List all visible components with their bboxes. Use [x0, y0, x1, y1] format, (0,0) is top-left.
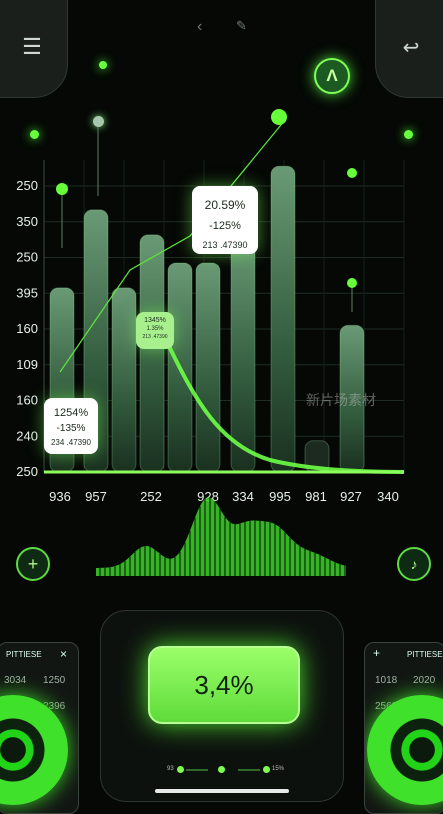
y-tick-label: 160: [16, 321, 38, 336]
pager-label: 93: [167, 766, 174, 772]
y-tick-label: 160: [16, 393, 38, 408]
card-value: 1345%: [144, 317, 166, 324]
music-button[interactable]: ♪: [397, 547, 431, 581]
close-icon[interactable]: ×: [60, 647, 67, 661]
x-tick-label: 936: [49, 489, 71, 504]
y-tick-label: 240: [16, 428, 38, 443]
side-card-title: Pittiese: [6, 650, 42, 659]
card-value: 20.59%: [204, 198, 246, 212]
y-tick-label: 250: [16, 178, 38, 193]
chart-bar[interactable]: [270, 165, 296, 473]
card-change: -135%: [56, 423, 86, 434]
home-indicator[interactable]: [155, 789, 289, 793]
data-point[interactable]: [56, 183, 68, 195]
side-value: 2020: [413, 675, 436, 686]
pager-track: [238, 769, 260, 771]
card-id: 234 .47390: [50, 438, 92, 447]
y-tick-label: 395: [16, 285, 38, 300]
side-card-right[interactable]: + Pittiese 1018 2020 2560: [364, 642, 443, 814]
y-tick-label: 350: [16, 214, 38, 229]
y-tick-label: 109: [16, 357, 38, 372]
card-id: 213 .47390: [202, 240, 248, 250]
pager-dot[interactable]: [177, 766, 184, 773]
y-tick-label: 250: [16, 250, 38, 265]
side-card-left[interactable]: Pittiese × 3034 1250 2396: [0, 642, 79, 814]
wave-area: [96, 497, 346, 576]
percent-value-button[interactable]: 3,4%: [148, 646, 300, 724]
pager-label: 15%: [272, 766, 285, 772]
side-card-title: Pittiese: [407, 650, 443, 659]
data-point[interactable]: [347, 168, 357, 178]
pager-dot[interactable]: [218, 766, 225, 773]
tooltip-card-left[interactable]: 1254% -135% 234 .47390: [44, 398, 98, 454]
pager-track: [186, 769, 208, 771]
side-value: 1250: [43, 675, 66, 686]
chart-bar[interactable]: [195, 262, 221, 473]
card-change: 1.35%: [146, 326, 164, 332]
tooltip-card-green[interactable]: 1345% 1.35% 213 .47390: [136, 312, 174, 349]
pager-dot[interactable]: [263, 766, 270, 773]
tooltip-card-big[interactable]: 20.59% -125% 213 .47390: [192, 186, 258, 254]
card-id: 213 .47390: [142, 334, 168, 340]
side-value: 1018: [375, 675, 398, 686]
card-value: 1254%: [53, 407, 89, 419]
plus-icon: +: [27, 553, 39, 574]
chart-bar[interactable]: [111, 287, 137, 473]
y-tick-label: 250: [16, 464, 38, 479]
chart-bar[interactable]: [230, 234, 256, 473]
chart-bar[interactable]: [139, 234, 165, 473]
waveform: [96, 497, 346, 576]
data-point[interactable]: [271, 109, 287, 125]
data-point[interactable]: [347, 278, 357, 288]
music-note-icon: ♪: [410, 556, 418, 572]
x-tick-label: 340: [377, 489, 399, 504]
card-change: -125%: [209, 220, 241, 232]
add-button[interactable]: +: [16, 547, 50, 581]
plus-icon[interactable]: +: [373, 646, 380, 660]
watermark: 新片场素材: [306, 392, 376, 408]
side-value: 3034: [4, 675, 27, 686]
percent-value: 3,4%: [194, 669, 254, 700]
